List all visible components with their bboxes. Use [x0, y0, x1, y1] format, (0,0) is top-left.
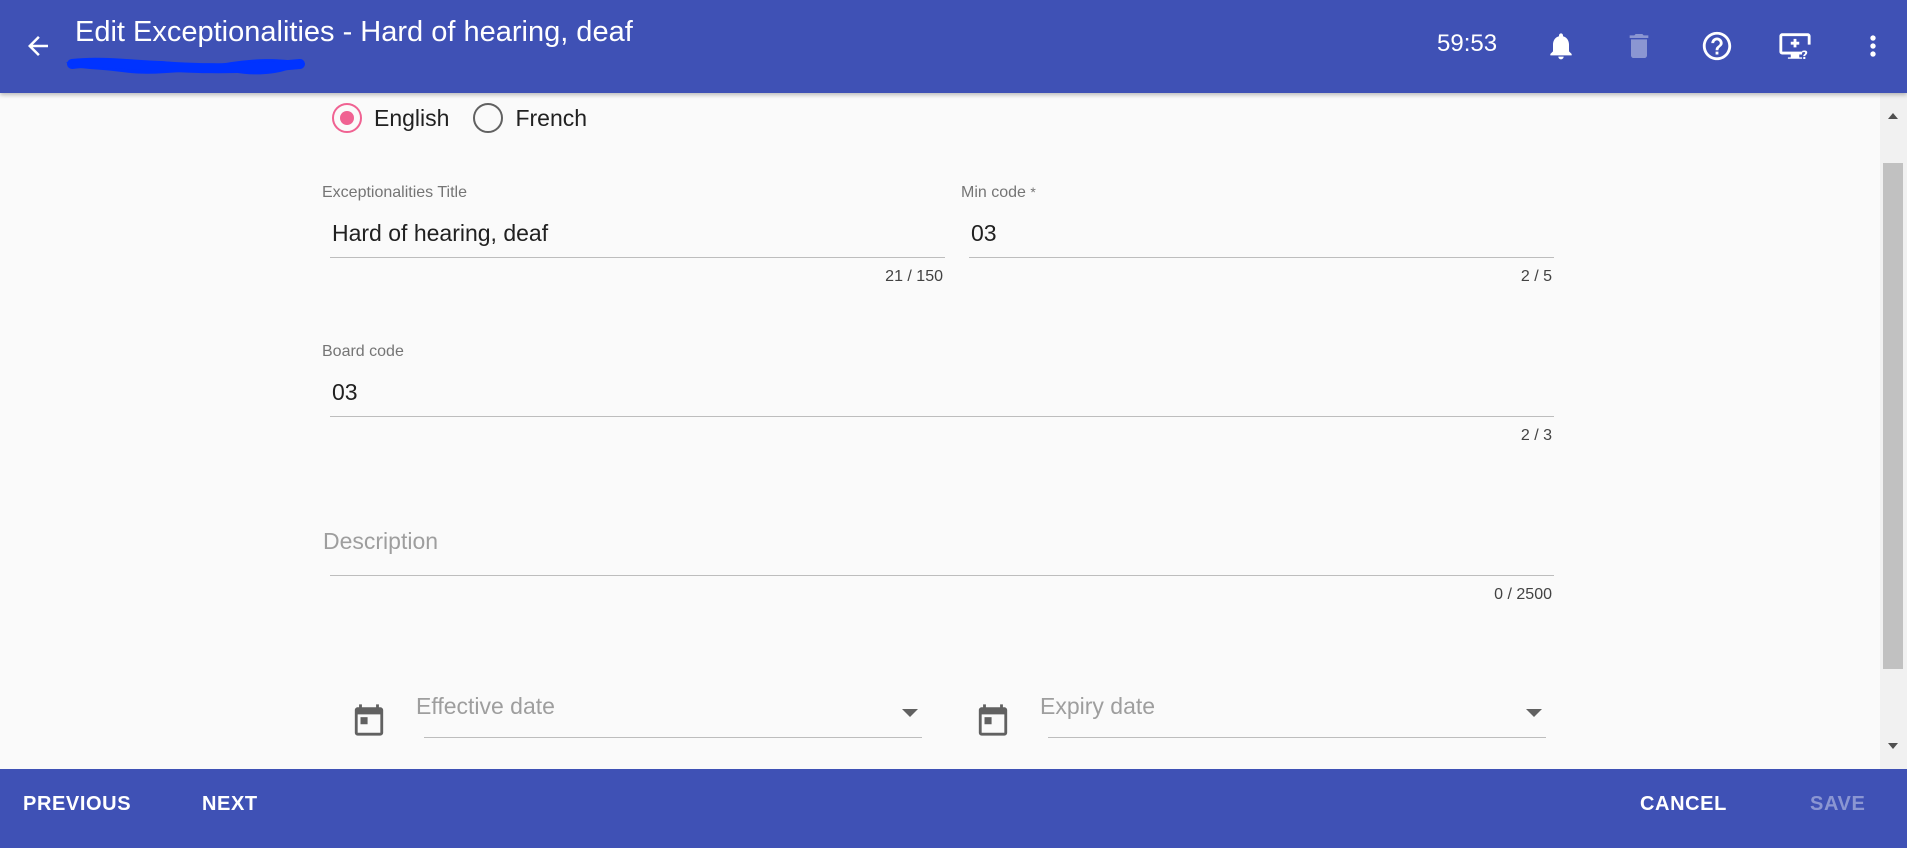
previous-button[interactable]: PREVIOUS — [23, 793, 131, 816]
description-char-counter: 0 / 2500 — [1494, 586, 1552, 603]
title-input[interactable] — [332, 220, 924, 247]
min-code-field-label: Min code * — [961, 184, 1036, 202]
title-field-label: Exceptionalities Title — [322, 184, 467, 201]
more-vert-icon — [1870, 35, 1876, 57]
help-icon — [1702, 31, 1732, 61]
radio-label-english: English — [374, 104, 450, 131]
scroll-up-arrow[interactable] — [1888, 113, 1898, 119]
arrow-back-icon — [28, 36, 48, 56]
remote-support-button[interactable]: ? — [1773, 24, 1817, 68]
title-field: Exceptionalities Title 21 / 150 — [322, 184, 945, 294]
scroll-thumb[interactable] — [1883, 163, 1903, 669]
bottom-action-bar: PREVIOUS NEXT CANCEL SAVE — [0, 769, 1907, 848]
min-code-input[interactable] — [971, 220, 1535, 247]
min-code-char-counter: 2 / 5 — [1520, 268, 1552, 285]
description-field[interactable]: Description 0 / 2500 — [322, 502, 1554, 612]
scroll-down-arrow[interactable] — [1888, 743, 1898, 749]
effective-date-underline — [424, 737, 922, 738]
vertical-scrollbar[interactable] — [1880, 93, 1907, 769]
delete-button[interactable] — [1617, 24, 1661, 68]
notifications-button[interactable] — [1539, 24, 1583, 68]
svg-text:?: ? — [1801, 48, 1808, 62]
title-char-counter: 21 / 150 — [885, 268, 943, 285]
help-button[interactable] — [1695, 24, 1739, 68]
session-timer: 59:53 — [1437, 30, 1498, 57]
radio-french[interactable]: French — [473, 103, 587, 133]
calendar-icon[interactable] — [352, 703, 386, 737]
required-asterisk: * — [1030, 184, 1036, 200]
expiry-date-underline — [1048, 737, 1546, 738]
board-code-field: Board code 2 / 3 — [322, 343, 1554, 453]
top-app-bar: Edit Exceptionalities - Hard of hearing,… — [0, 0, 1907, 93]
form-content: English French Exceptionalities Title 21… — [0, 93, 1880, 769]
page-title: Edit Exceptionalities - Hard of hearing,… — [75, 16, 633, 48]
expiry-date-field[interactable]: Expiry date — [976, 693, 1554, 743]
radio-dot — [340, 111, 354, 125]
cancel-button[interactable]: CANCEL — [1640, 793, 1727, 816]
next-button[interactable]: NEXT — [202, 793, 258, 816]
title-underline — [330, 257, 945, 258]
remote-support-icon: ? — [1779, 33, 1811, 62]
effective-date-placeholder: Effective date — [416, 693, 555, 719]
calendar-icon[interactable] — [976, 703, 1010, 737]
back-button[interactable] — [18, 26, 58, 66]
min-code-label-text: Min code — [961, 184, 1026, 201]
save-button[interactable]: SAVE — [1810, 793, 1865, 816]
board-code-field-label: Board code — [322, 343, 404, 360]
expiry-date-placeholder: Expiry date — [1040, 693, 1156, 719]
language-radio-group: English French — [332, 103, 611, 133]
more-options-button[interactable] — [1851, 24, 1895, 68]
radio-label-french: French — [515, 104, 588, 131]
board-code-underline — [330, 416, 1554, 417]
radio-button-unchecked[interactable] — [473, 103, 504, 133]
min-code-underline — [969, 257, 1554, 258]
trash-icon — [1629, 34, 1649, 58]
bell-icon — [1550, 33, 1572, 60]
redaction-scribble — [66, 57, 305, 75]
description-underline — [330, 575, 1554, 576]
radio-button-checked[interactable] — [332, 103, 362, 133]
radio-english[interactable]: English — [332, 103, 449, 133]
chevron-down-icon[interactable] — [1526, 709, 1542, 717]
chevron-down-icon[interactable] — [902, 709, 918, 717]
effective-date-field[interactable]: Effective date — [352, 693, 930, 743]
board-code-input[interactable] — [332, 379, 1503, 406]
board-code-char-counter: 2 / 3 — [1520, 427, 1552, 444]
min-code-field: Min code * 2 / 5 — [961, 184, 1554, 294]
description-placeholder: Description — [323, 528, 439, 554]
